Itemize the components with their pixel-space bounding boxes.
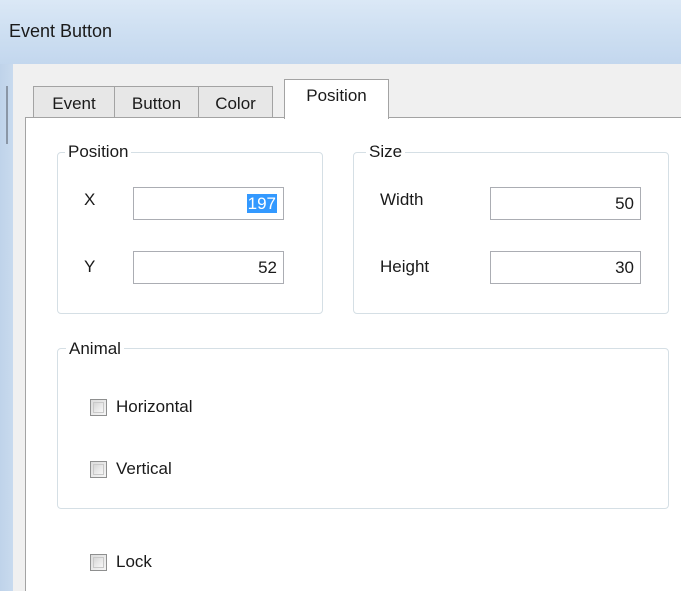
position-group-legend: Position xyxy=(65,142,132,162)
width-label: Width xyxy=(380,190,424,209)
window-titlebar[interactable]: Event Button xyxy=(0,0,681,64)
tab-button[interactable]: Button xyxy=(114,86,199,118)
tab-position[interactable]: Position xyxy=(284,79,389,119)
x-label: X xyxy=(84,190,96,209)
height-label: Height xyxy=(380,257,430,276)
lock-label[interactable]: Lock xyxy=(116,552,152,572)
width-input[interactable]: 50 xyxy=(490,187,641,220)
animal-groupbox xyxy=(57,348,669,509)
horizontal-label[interactable]: Horizontal xyxy=(116,397,193,417)
window-title: Event Button xyxy=(9,21,113,41)
window-left-border xyxy=(0,64,13,591)
height-input[interactable]: 30 xyxy=(490,251,641,284)
horizontal-checkbox[interactable] xyxy=(90,399,107,416)
vertical-label[interactable]: Vertical xyxy=(116,459,172,479)
border-accent xyxy=(6,86,8,144)
size-group-legend: Size xyxy=(366,142,406,162)
size-groupbox xyxy=(353,152,669,314)
dialog-client-area: Event Button Color Position Position X 1… xyxy=(13,64,681,591)
vertical-checkbox[interactable] xyxy=(90,461,107,478)
x-input-selected-text: 197 xyxy=(246,194,277,213)
x-input[interactable]: 197 xyxy=(133,187,284,220)
tab-panel-position: Position X 197 Y 52 Size Width 50 Height… xyxy=(25,117,681,591)
tab-color[interactable]: Color xyxy=(198,86,273,118)
animal-group-legend: Animal xyxy=(66,339,124,359)
y-input[interactable]: 52 xyxy=(133,251,284,284)
position-groupbox xyxy=(57,152,323,314)
y-label: Y xyxy=(84,257,96,276)
lock-checkbox[interactable] xyxy=(90,554,107,571)
tab-event[interactable]: Event xyxy=(33,86,115,118)
